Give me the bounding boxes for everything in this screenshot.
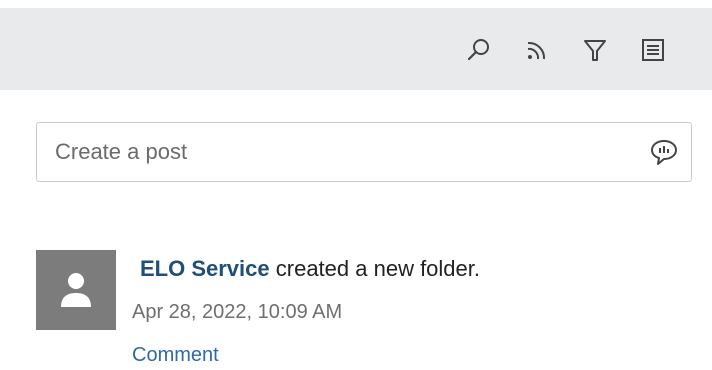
speech-bubble-icon[interactable] [649, 137, 679, 167]
create-post-input[interactable] [37, 123, 645, 181]
list-view-icon[interactable] [637, 34, 669, 66]
author-link[interactable]: ELO Service [140, 256, 270, 281]
entry-timestamp: Apr 28, 2022, 10:09 AM [132, 301, 343, 323]
user-icon [61, 273, 91, 307]
avatar[interactable] [36, 250, 116, 330]
create-post-box[interactable] [36, 122, 692, 182]
comment-link[interactable]: Comment [132, 344, 219, 367]
entry-action: created a new folder. [269, 256, 480, 281]
search-icon[interactable] [463, 34, 495, 66]
feed-toolbar [0, 8, 712, 90]
feed-icon[interactable] [521, 34, 553, 66]
feed-entry-text: ELO Service created a new folder. [140, 256, 480, 282]
filter-icon[interactable] [579, 34, 611, 66]
